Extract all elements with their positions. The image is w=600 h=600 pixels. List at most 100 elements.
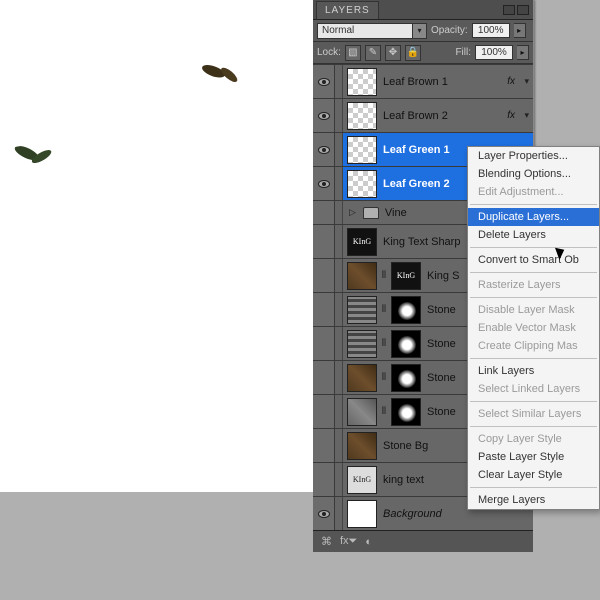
link-col: [335, 259, 343, 292]
visibility-toggle[interactable]: [313, 133, 335, 166]
tab-layers[interactable]: LAYERS: [316, 1, 379, 19]
visibility-toggle[interactable]: [313, 225, 335, 258]
menu-delete-layers[interactable]: Delete Layers: [468, 226, 599, 244]
layer-thumbnail[interactable]: [347, 500, 377, 528]
mask-link-icon[interactable]: ⦀: [379, 330, 389, 358]
menu-clear-layer-style[interactable]: Clear Layer Style: [468, 466, 599, 484]
layer-thumbnail[interactable]: KInG: [347, 466, 377, 494]
layer-row[interactable]: Leaf Brown 1 fx ▾: [313, 64, 533, 98]
menu-merge-layers[interactable]: Merge Layers: [468, 491, 599, 509]
menu-duplicate-layers[interactable]: Duplicate Layers...: [468, 208, 599, 226]
visibility-toggle[interactable]: [313, 497, 335, 530]
fx-badge[interactable]: fx: [507, 76, 515, 87]
opacity-input[interactable]: 100%: [472, 23, 510, 38]
layer-thumbnail[interactable]: [347, 364, 377, 392]
link-col: [335, 133, 343, 166]
mask-link-icon[interactable]: ⦀: [379, 364, 389, 392]
menu-separator: [470, 426, 597, 427]
layer-thumbnail[interactable]: [347, 102, 377, 130]
menu-blending-options[interactable]: Blending Options...: [468, 165, 599, 183]
visibility-toggle[interactable]: [313, 259, 335, 292]
blend-opacity-row: Normal ▾ Opacity: 100% ▸: [313, 20, 533, 42]
panel-collapse-icon[interactable]: [503, 5, 515, 15]
link-col: [335, 293, 343, 326]
layer-mask-thumbnail[interactable]: [391, 364, 421, 392]
link-col: [335, 167, 343, 200]
link-col: [335, 497, 343, 530]
layer-mask-thumbnail[interactable]: [391, 398, 421, 426]
visibility-toggle[interactable]: [313, 463, 335, 496]
layer-style-icon[interactable]: fx⏷: [340, 535, 357, 548]
layer-mask-thumbnail[interactable]: [391, 296, 421, 324]
eye-icon: [318, 112, 330, 120]
lock-pixels-icon[interactable]: ✎: [365, 45, 381, 61]
layer-thumbnail[interactable]: [347, 68, 377, 96]
visibility-toggle[interactable]: [313, 327, 335, 360]
lock-label: Lock:: [317, 47, 341, 58]
menu-enable-vector-mask: Enable Vector Mask: [468, 319, 599, 337]
visibility-toggle[interactable]: [313, 167, 335, 200]
layer-thumbnail[interactable]: [347, 136, 377, 164]
visibility-toggle[interactable]: [313, 395, 335, 428]
visibility-toggle[interactable]: [313, 429, 335, 462]
menu-separator: [470, 272, 597, 273]
visibility-toggle[interactable]: [313, 201, 335, 224]
folder-icon: [363, 207, 379, 219]
leaf-artwork: [11, 141, 56, 168]
mask-link-icon[interactable]: ⦀: [379, 296, 389, 324]
group-expand-icon[interactable]: ▷: [349, 207, 356, 218]
blend-mode-select[interactable]: Normal ▾: [317, 23, 427, 39]
menu-layer-properties[interactable]: Layer Properties...: [468, 147, 599, 165]
opacity-slider-toggle[interactable]: ▸: [514, 23, 526, 38]
mask-link-icon[interactable]: ⦀: [379, 262, 389, 290]
link-col: [335, 395, 343, 428]
layer-thumbnail[interactable]: [347, 296, 377, 324]
layer-thumbnail[interactable]: [347, 398, 377, 426]
menu-paste-layer-style[interactable]: Paste Layer Style: [468, 448, 599, 466]
menu-disable-layer-mask: Disable Layer Mask: [468, 301, 599, 319]
menu-edit-adjustment: Edit Adjustment...: [468, 183, 599, 201]
lock-all-icon[interactable]: 🔒: [405, 45, 421, 61]
menu-select-linked: Select Linked Layers: [468, 380, 599, 398]
layer-mask-thumbnail[interactable]: KInG: [391, 262, 421, 290]
visibility-toggle[interactable]: [313, 361, 335, 394]
link-layers-icon[interactable]: ⌘: [321, 535, 332, 548]
visibility-toggle[interactable]: [313, 65, 335, 98]
menu-link-layers[interactable]: Link Layers: [468, 362, 599, 380]
fx-expand-icon[interactable]: ▾: [524, 110, 529, 121]
menu-rasterize-layers: Rasterize Layers: [468, 276, 599, 294]
layer-mask-thumbnail[interactable]: [391, 330, 421, 358]
menu-separator: [470, 487, 597, 488]
layer-row[interactable]: Leaf Brown 2 fx ▾: [313, 98, 533, 132]
layer-mask-icon[interactable]: ◐: [365, 536, 372, 548]
layer-thumbnail[interactable]: [347, 262, 377, 290]
lock-position-icon[interactable]: ✥: [385, 45, 401, 61]
opacity-label: Opacity:: [431, 25, 468, 36]
mask-link-icon[interactable]: ⦀: [379, 398, 389, 426]
layer-thumbnail[interactable]: KInG: [347, 228, 377, 256]
menu-separator: [470, 401, 597, 402]
layer-context-menu: Layer Properties... Blending Options... …: [467, 146, 600, 510]
panel-menu-icon[interactable]: [517, 5, 529, 15]
menu-convert-smart-object[interactable]: Convert to Smart Ob: [468, 251, 599, 269]
panel-tabbar: LAYERS: [313, 0, 533, 20]
fill-input[interactable]: 100%: [475, 45, 513, 60]
layer-thumbnail[interactable]: [347, 330, 377, 358]
link-col: [335, 225, 343, 258]
visibility-toggle[interactable]: [313, 99, 335, 132]
link-col: [335, 361, 343, 394]
eye-icon: [318, 78, 330, 86]
layer-thumbnail[interactable]: [347, 170, 377, 198]
fill-slider-toggle[interactable]: ▸: [517, 45, 529, 60]
fx-expand-icon[interactable]: ▾: [524, 76, 529, 87]
eye-icon: [318, 510, 330, 518]
fx-badge[interactable]: fx: [507, 110, 515, 121]
layer-thumbnail[interactable]: [347, 432, 377, 460]
fill-label: Fill:: [455, 47, 471, 58]
link-col: [335, 201, 343, 224]
menu-copy-layer-style: Copy Layer Style: [468, 430, 599, 448]
lock-fill-row: Lock: ▧ ✎ ✥ 🔒 Fill: 100% ▸: [313, 42, 533, 64]
lock-transparent-icon[interactable]: ▧: [345, 45, 361, 61]
menu-select-similar: Select Similar Layers: [468, 405, 599, 423]
visibility-toggle[interactable]: [313, 293, 335, 326]
